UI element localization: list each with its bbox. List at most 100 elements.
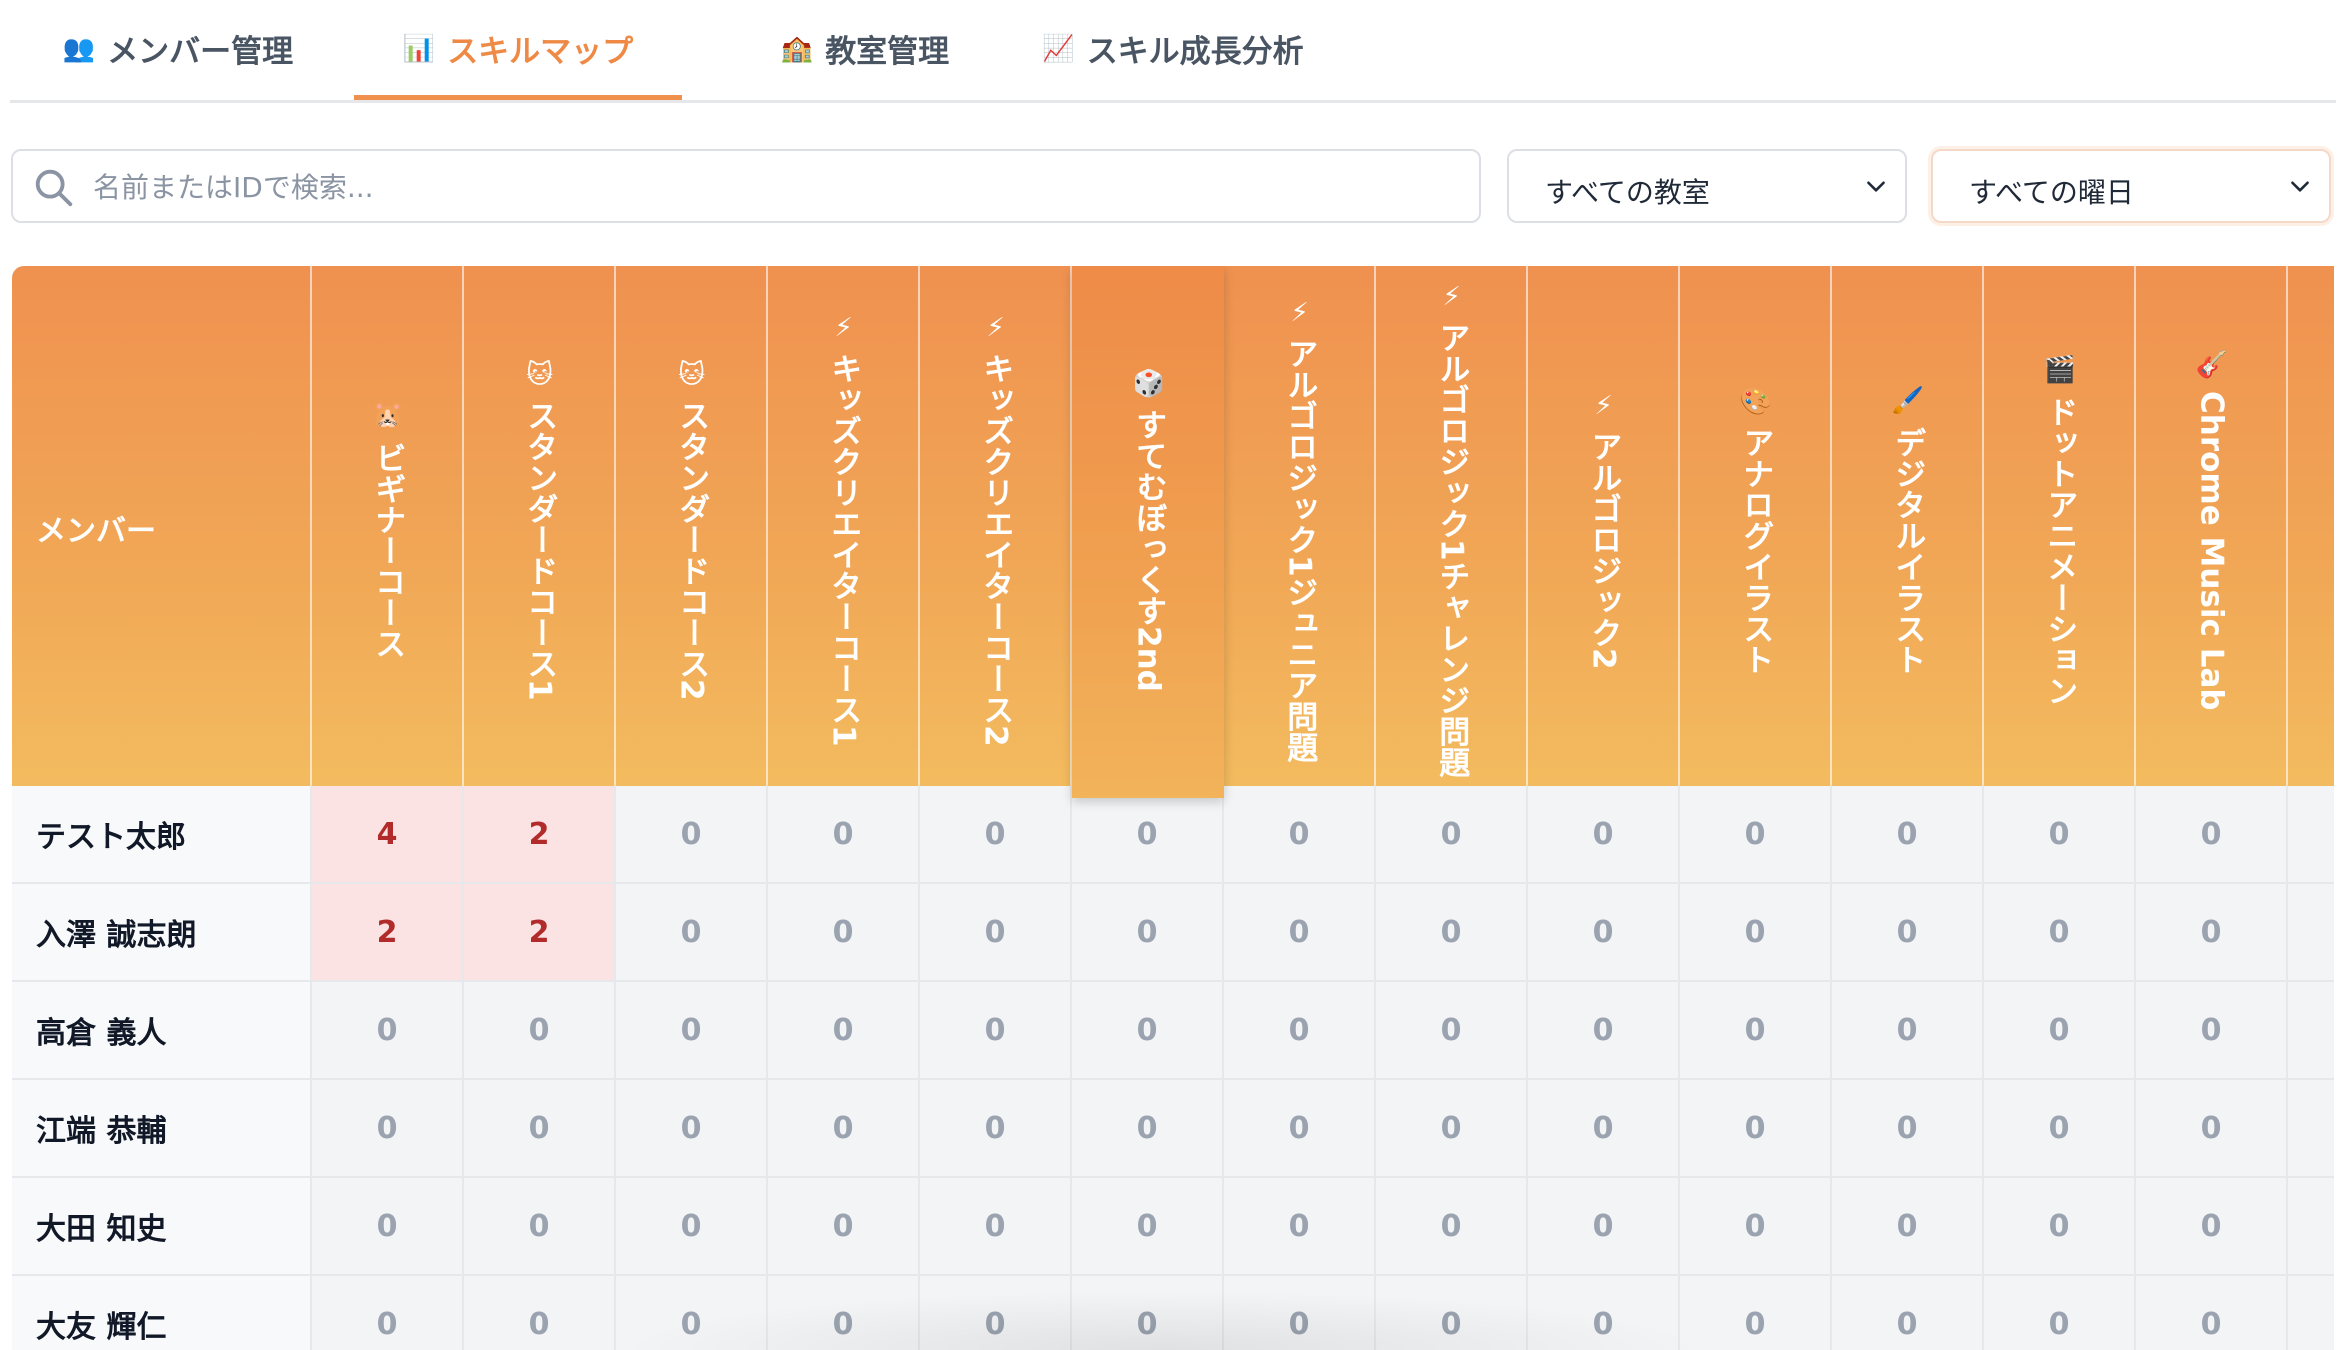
skill-level-cell[interactable]: 0 [1832,786,1984,882]
table-row[interactable]: 高倉 義人 0 0 0 0 0 0 0 0 0 0 0 0 0 [12,982,2334,1080]
table-row[interactable]: 大田 知史 0 0 0 0 0 0 0 0 0 0 0 0 0 [12,1178,2334,1276]
skill-level-cell[interactable]: 2 [464,884,616,980]
skill-level-cell[interactable]: 0 [1528,786,1680,882]
skill-level-cell[interactable]: 0 [312,1178,464,1274]
tab-member-management[interactable]: 👥 メンバー管理 [48,0,308,97]
skill-column-header[interactable]: ⚡ キッズクリエイターコース1 [768,266,920,786]
skill-level-cell[interactable]: 0 [1376,786,1528,882]
skill-level-cell[interactable]: 0 [616,786,768,882]
weekday-select[interactable]: すべての曜日 [1931,149,2331,223]
skill-level-cell[interactable]: 0 [1224,1276,1376,1350]
skill-column-header[interactable]: 🐹 ビギナーコース [312,266,464,786]
skill-level-cell[interactable]: 0 [2136,1080,2288,1176]
skill-level-cell[interactable]: 0 [1528,884,1680,980]
skill-level-cell[interactable]: 0 [1072,982,1224,1078]
skill-level-cell[interactable]: 0 [920,1080,1072,1176]
skill-level-cell[interactable]: 2 [312,884,464,980]
skill-level-cell[interactable]: 0 [1984,1276,2136,1350]
skill-level-cell[interactable]: 0 [920,786,1072,882]
skill-column-header[interactable]: ⚡ アルゴロジック2 [1528,266,1680,786]
skill-level-cell[interactable]: 0 [1984,1178,2136,1274]
skill-level-cell[interactable]: 0 [1072,1276,1224,1350]
skill-level-cell[interactable]: 0 [1224,1080,1376,1176]
skill-level-cell[interactable]: 0 [1376,1178,1528,1274]
skill-level-cell[interactable]: 0 [920,982,1072,1078]
skill-column-header[interactable]: ⚡ キッズクリエイターコース2 [920,266,1072,786]
skill-level-cell[interactable]: 0 [1680,884,1832,980]
skill-level-cell[interactable]: 0 [1832,884,1984,980]
skill-level-cell[interactable]: 0 [768,1178,920,1274]
skill-column-header[interactable]: ⚡ アルゴロジック1チャレンジ問題 [1376,266,1528,786]
skill-level-cell[interactable]: 0 [1680,982,1832,1078]
skill-level-cell[interactable]: 0 [2136,1178,2288,1274]
table-row[interactable]: テスト太郎 4 2 0 0 0 0 0 0 0 0 0 0 0 [12,786,2334,884]
skill-level-cell[interactable]: 0 [1984,786,2136,882]
skill-level-cell[interactable]: 0 [1376,1276,1528,1350]
skill-column-header[interactable]: 🎸 Chrome Music Lab [2136,266,2288,786]
skill-level-cell[interactable]: 0 [1224,982,1376,1078]
skill-level-cell[interactable]: 0 [1680,1276,1832,1350]
skill-level-cell[interactable]: 0 [312,982,464,1078]
skill-level-cell[interactable]: 0 [1376,982,1528,1078]
skill-column-header[interactable]: 🎨 アナログイラスト [1680,266,1832,786]
skill-level-cell[interactable]: 0 [1528,1178,1680,1274]
skill-level-cell[interactable]: 0 [2136,982,2288,1078]
skill-column-header[interactable]: 🐱 スタンダードコース2 [616,266,768,786]
skill-level-cell[interactable]: 0 [616,1178,768,1274]
skill-level-cell[interactable]: 0 [1680,1178,1832,1274]
skill-level-cell[interactable]: 0 [1832,1178,1984,1274]
skill-level-cell[interactable]: 4 [312,786,464,882]
skill-level-cell[interactable]: 0 [2136,1276,2288,1350]
skill-level-cell[interactable]: 0 [2136,786,2288,882]
skill-level-cell[interactable]: 0 [1984,982,2136,1078]
skill-level-cell[interactable]: 0 [616,1080,768,1176]
skill-level-cell[interactable]: 0 [464,1276,616,1350]
tab-skill-map[interactable]: 📊 スキルマップ [354,0,682,100]
skill-level-cell[interactable]: 0 [920,1178,1072,1274]
skill-level-cell[interactable]: 0 [1376,884,1528,980]
skill-level-cell[interactable]: 0 [1680,1080,1832,1176]
skill-level-cell[interactable]: 0 [1832,1276,1984,1350]
table-row[interactable]: 江端 恭輔 0 0 0 0 0 0 0 0 0 0 0 0 0 [12,1080,2334,1178]
skill-level-cell[interactable]: 0 [1224,1178,1376,1274]
skill-level-cell[interactable]: 0 [616,982,768,1078]
search-input[interactable] [91,151,1455,223]
skill-column-header[interactable]: 🎲 すてむぼっくす2nd [1072,266,1224,798]
skill-level-cell[interactable]: 0 [1072,1080,1224,1176]
skill-column-header[interactable]: 🐱 スタンダードコース1 [464,266,616,786]
skill-level-cell[interactable]: 0 [2136,884,2288,980]
skill-level-cell[interactable]: 0 [1376,1080,1528,1176]
skill-level-cell[interactable]: 0 [1528,1276,1680,1350]
skill-level-cell[interactable]: 0 [464,1080,616,1176]
skill-level-cell[interactable]: 0 [1984,1080,2136,1176]
skill-column-header[interactable]: 🎬 ドットアニメーション [1984,266,2136,786]
skill-level-cell[interactable]: 0 [1832,982,1984,1078]
skill-level-cell[interactable]: 0 [920,884,1072,980]
skill-level-cell[interactable]: 0 [1832,1080,1984,1176]
skill-level-cell[interactable]: 0 [312,1276,464,1350]
skill-level-cell[interactable]: 0 [1072,884,1224,980]
skill-level-cell[interactable]: 0 [920,1276,1072,1350]
skill-level-cell[interactable]: 0 [768,982,920,1078]
skill-level-cell[interactable]: 0 [768,1276,920,1350]
skill-column-header[interactable]: ⚡ アルゴロジック1ジュニア問題 [1224,266,1376,786]
skill-level-cell[interactable]: 0 [1528,982,1680,1078]
table-row[interactable]: 大友 輝仁 0 0 0 0 0 0 0 0 0 0 0 0 0 [12,1276,2334,1350]
tab-classroom-management[interactable]: 🏫 教室管理 [740,0,990,97]
table-row[interactable]: 入澤 誠志朗 2 2 0 0 0 0 0 0 0 0 0 0 0 [12,884,2334,982]
skill-level-cell[interactable]: 0 [768,786,920,882]
skill-level-cell[interactable]: 0 [768,884,920,980]
skill-level-cell[interactable]: 0 [1984,884,2136,980]
skill-level-cell[interactable]: 0 [616,884,768,980]
skill-level-cell[interactable]: 0 [464,1178,616,1274]
tab-skill-growth-analysis[interactable]: 📈 スキル成長分析 [1028,0,1318,97]
skill-level-cell[interactable]: 0 [1072,1178,1224,1274]
skill-level-cell[interactable]: 0 [1528,1080,1680,1176]
skill-level-cell[interactable]: 0 [1224,884,1376,980]
skill-level-cell[interactable]: 0 [464,982,616,1078]
classroom-select[interactable]: すべての教室 [1507,149,1907,223]
skill-level-cell[interactable]: 0 [1680,786,1832,882]
skill-level-cell[interactable]: 0 [312,1080,464,1176]
skill-column-header[interactable]: 🖌️ デジタルイラスト [1832,266,1984,786]
skill-level-cell[interactable]: 0 [616,1276,768,1350]
